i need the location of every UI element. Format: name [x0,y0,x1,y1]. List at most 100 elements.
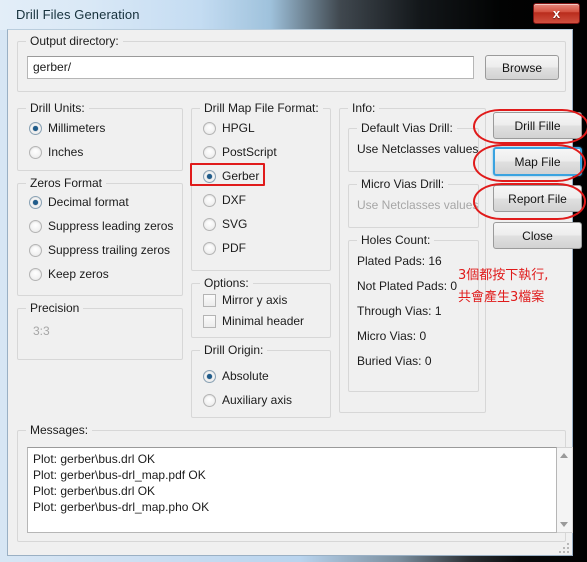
radio-millimeters-label: Millimeters [48,121,106,135]
drill-origin-label: Drill Origin: [200,343,268,357]
annotation-note: 3個都按下執行, 共會產生3檔案 [458,265,548,309]
default-vias-drill-value: Use Netclasses values [357,142,479,156]
holes-count-label: Holes Count: [357,233,435,247]
radio-auxiliary-axis-icon [203,393,216,407]
radio-gerber-icon [203,169,216,183]
holes-count-through-vias: Through Vias: 1 [357,304,442,318]
title-bar: Drill Files Generation x [0,0,587,30]
resize-grip[interactable] [557,541,569,553]
radio-pdf-label: PDF [222,241,246,255]
browse-button[interactable]: Browse [485,55,559,80]
options-group: Options: Mirror y axis Minimal header [191,276,331,338]
radio-gerber-label: Gerber [222,169,260,183]
radio-pdf-icon [203,241,216,255]
precision-label: Precision [26,301,84,315]
checkbox-mirror-y-axis-icon [203,293,216,307]
radio-decimal-format-icon [29,195,42,209]
radio-keep-zeros[interactable]: Keep zeros [29,267,109,281]
message-line: Plot: gerber\bus-drl_map.pho OK [33,500,210,514]
drill-map-file-format-group: Drill Map File Format: HPGL PostScript G… [191,101,331,271]
radio-gerber[interactable]: Gerber [203,169,259,183]
scroll-up-arrow-icon[interactable] [560,453,568,458]
radio-suppress-leading-zeros-icon [29,219,42,233]
checkbox-mirror-y-axis[interactable]: Mirror y axis [203,293,287,307]
output-directory-group: Output directory: gerber/ Browse [17,34,566,92]
zeros-format-label: Zeros Format [26,176,107,190]
radio-keep-zeros-label: Keep zeros [48,267,109,281]
radio-suppress-trailing-zeros-label: Suppress trailing zeros [48,243,171,257]
info-label: Info: [348,101,380,115]
annotation-note-line1: 3個都按下執行, [458,268,549,283]
map-file-button[interactable]: Map File [493,147,582,176]
micro-vias-drill-group: Micro Vias Drill: Use Netclasses values [348,177,479,228]
radio-decimal-format[interactable]: Decimal format [29,195,129,209]
message-line: Plot: gerber\bus.drl OK [33,484,156,498]
message-line: Plot: gerber\bus.drl OK [33,452,156,466]
holes-count-plated-pads: Plated Pads: 16 [357,254,442,268]
radio-svg[interactable]: SVG [203,217,247,231]
checkbox-minimal-header[interactable]: Minimal header [203,314,304,328]
holes-count-buried-vias: Buried Vias: 0 [357,354,432,368]
messages-textarea[interactable]: Plot: gerber\bus.drl OK Plot: gerber\bus… [27,447,557,533]
annotation-note-line2: 共會產生3檔案 [458,290,545,305]
radio-hpgl-label: HPGL [222,121,255,135]
close-button[interactable]: Close [493,222,582,249]
radio-suppress-trailing-zeros-icon [29,243,42,257]
messages-label: Messages: [26,423,93,437]
precision-input: 3:3 [27,320,171,342]
radio-millimeters[interactable]: Millimeters [29,121,105,135]
radio-inches-label: Inches [48,145,84,159]
micro-vias-drill-label: Micro Vias Drill: [357,177,449,191]
info-group: Info: Default Vias Drill: Use Netclasses… [339,101,486,413]
checkbox-minimal-header-label: Minimal header [222,314,305,328]
radio-inches[interactable]: Inches [29,145,83,159]
output-directory-input[interactable]: gerber/ [27,56,474,79]
precision-group: Precision 3:3 [17,301,183,360]
radio-absolute-icon [203,369,216,383]
messages-group: Messages: Plot: gerber\bus.drl OK Plot: … [17,423,573,542]
default-vias-drill-group: Default Vias Drill: Use Netclasses value… [348,121,479,172]
micro-vias-drill-value: Use Netclasses values [357,198,479,212]
drill-origin-group: Drill Origin: Absolute Auxiliary axis [191,343,331,418]
checkbox-minimal-header-icon [203,314,216,328]
radio-postscript-icon [203,145,216,159]
radio-hpgl[interactable]: HPGL [203,121,255,135]
radio-dxf[interactable]: DXF [203,193,246,207]
radio-inches-icon [29,145,42,159]
drill-map-file-format-label: Drill Map File Format: [200,101,323,115]
window-title: Drill Files Generation [16,7,140,22]
holes-count-not-plated-pads: Not Plated Pads: 0 [357,279,458,293]
scroll-down-arrow-icon[interactable] [560,522,568,527]
drill-units-group: Drill Units: Millimeters Inches [17,101,183,171]
checkbox-mirror-y-axis-label: Mirror y axis [222,293,288,307]
messages-scrollbar[interactable] [557,447,573,533]
radio-postscript[interactable]: PostScript [203,145,277,159]
holes-count-group: Holes Count: Plated Pads: 16 Not Plated … [348,233,479,392]
radio-absolute-label: Absolute [222,369,269,383]
output-directory-label: Output directory: [26,34,123,48]
radio-suppress-trailing-zeros[interactable]: Suppress trailing zeros [29,243,170,257]
radio-suppress-leading-zeros-label: Suppress leading zeros [48,219,174,233]
radio-dxf-icon [203,193,216,207]
zeros-format-group: Zeros Format Decimal format Suppress lea… [17,176,183,296]
radio-dxf-label: DXF [222,193,246,207]
drill-units-label: Drill Units: [26,101,89,115]
drill-file-button[interactable]: Drill Fille [493,112,582,139]
default-vias-drill-label: Default Vias Drill: [357,121,457,135]
radio-hpgl-icon [203,121,216,135]
radio-auxiliary-axis-label: Auxiliary axis [222,393,293,407]
radio-svg-icon [203,217,216,231]
holes-count-micro-vias: Micro Vias: 0 [357,329,427,343]
radio-pdf[interactable]: PDF [203,241,246,255]
report-file-button[interactable]: Report File [493,185,582,212]
radio-keep-zeros-icon [29,267,42,281]
dialog-window: Drill Files Generation x Output director… [0,0,587,562]
close-window-button[interactable]: x [533,3,580,24]
radio-absolute[interactable]: Absolute [203,369,269,383]
radio-auxiliary-axis[interactable]: Auxiliary axis [203,393,292,407]
radio-suppress-leading-zeros[interactable]: Suppress leading zeros [29,219,173,233]
radio-millimeters-icon [29,121,42,135]
radio-svg-label: SVG [222,217,248,231]
radio-postscript-label: PostScript [222,145,277,159]
radio-decimal-format-label: Decimal format [48,195,129,209]
